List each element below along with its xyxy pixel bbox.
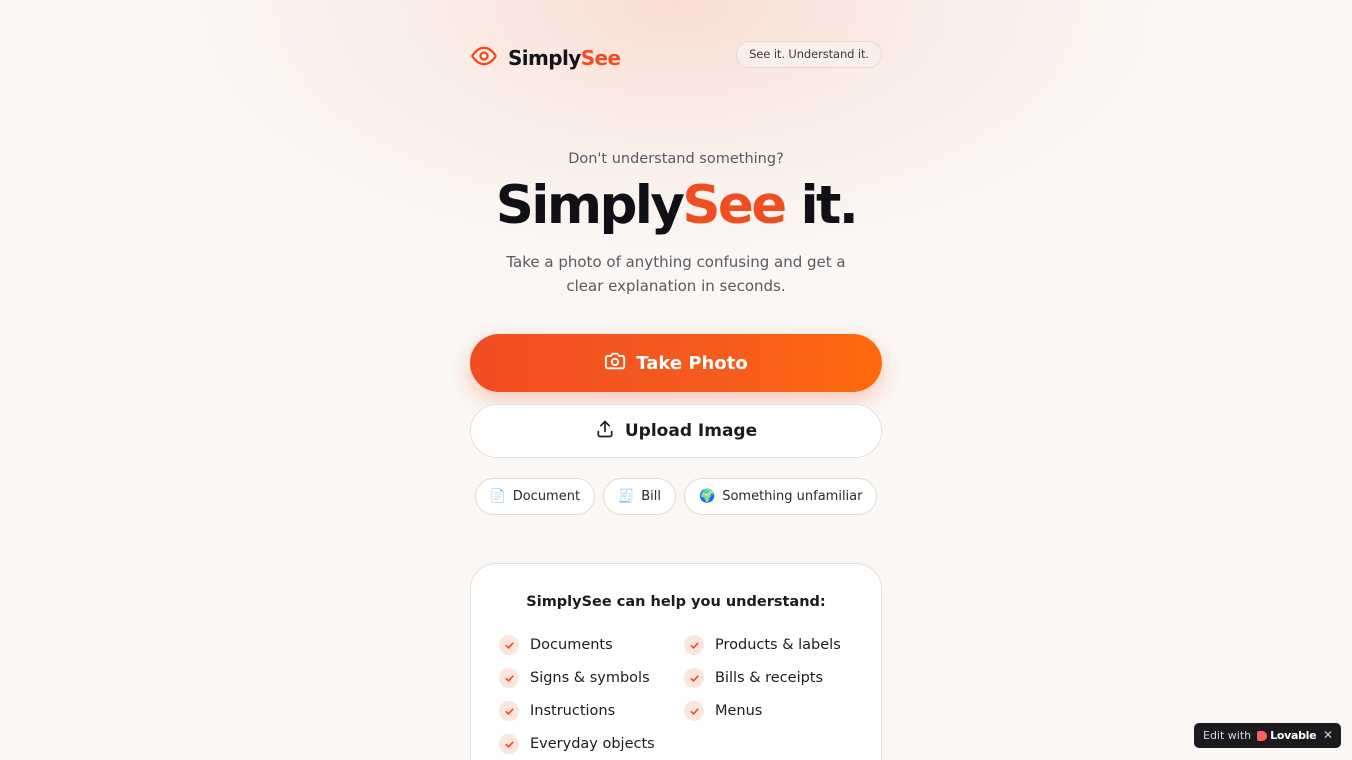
list-item: Signs & symbols xyxy=(499,668,650,688)
hero-pretitle: Don't understand something? xyxy=(568,151,784,167)
chip-bill[interactable]: 🧾 Bill xyxy=(603,478,677,515)
eye-icon xyxy=(470,42,498,74)
chip-label: Bill xyxy=(641,489,662,504)
hero-title-main: Simply xyxy=(495,175,685,236)
receipt-icon: 🧾 xyxy=(618,489,635,504)
list-item-label: Bills & receipts xyxy=(715,670,824,686)
upload-icon xyxy=(595,419,615,444)
camera-icon xyxy=(604,350,626,377)
brand-name: SimplySee xyxy=(508,46,621,70)
chip-document[interactable]: 📄 Document xyxy=(474,478,596,515)
globe-icon: 🌍 xyxy=(699,489,716,504)
check-icon xyxy=(499,701,519,721)
badge-edit-label: Edit with xyxy=(1203,729,1252,742)
list-item-label: Menus xyxy=(715,703,763,719)
upload-image-button[interactable]: Upload Image xyxy=(470,404,882,458)
chip-something-unfamiliar[interactable]: 🌍 Something unfamiliar xyxy=(684,478,878,515)
list-item-label: Documents xyxy=(530,637,613,653)
list-item: Products & labels xyxy=(684,635,841,655)
tagline-badge: See it. Understand it. xyxy=(736,41,882,68)
close-icon[interactable]: ✕ xyxy=(1323,728,1333,742)
lovable-brand: Lovable xyxy=(1257,729,1317,742)
lovable-logo-icon xyxy=(1257,730,1268,741)
check-icon xyxy=(499,734,519,754)
take-photo-button[interactable]: Take Photo xyxy=(470,334,882,392)
check-icon xyxy=(499,635,519,655)
logo[interactable]: SimplySee xyxy=(470,42,621,74)
hero-title-end: it. xyxy=(784,175,858,236)
list-item-label: Signs & symbols xyxy=(530,670,650,686)
check-icon xyxy=(684,635,704,655)
list-item-label: Everyday objects xyxy=(530,736,655,752)
list-item: Instructions xyxy=(499,701,615,721)
document-icon: 📄 xyxy=(489,489,506,504)
list-item-label: Instructions xyxy=(530,703,616,719)
brand-accent: See xyxy=(580,46,621,70)
check-icon xyxy=(684,701,704,721)
brand-main: Simply xyxy=(508,46,581,70)
take-photo-label: Take Photo xyxy=(636,352,748,374)
lovable-brand-label: Lovable xyxy=(1270,729,1317,742)
edit-with-lovable-badge[interactable]: Edit with Lovable ✕ xyxy=(1194,723,1341,748)
list-item: Everyday objects xyxy=(499,734,655,754)
list-item-label: Products & labels xyxy=(715,637,841,653)
hero-title: SimplySee it. xyxy=(470,174,882,238)
list-item: Bills & receipts xyxy=(684,668,823,688)
help-card-title: SimplySee can help you understand: xyxy=(526,594,826,610)
upload-image-label: Upload Image xyxy=(624,421,758,441)
check-icon xyxy=(684,668,704,688)
hero-subtitle: Take a photo of anything confusing and g… xyxy=(506,253,846,295)
chip-label: Document xyxy=(512,489,581,504)
help-card: SimplySee can help you understand: Docum… xyxy=(470,563,882,760)
hero-title-accent: See xyxy=(682,175,787,236)
check-icon xyxy=(499,668,519,688)
header: SimplySee See it. Understand it. xyxy=(470,40,882,70)
list-item: Menus xyxy=(684,701,762,721)
example-chips: 📄 Document 🧾 Bill 🌍 Something unfamiliar xyxy=(470,478,882,515)
list-item: Documents xyxy=(499,635,613,655)
chip-label: Something unfamiliar xyxy=(722,489,863,504)
